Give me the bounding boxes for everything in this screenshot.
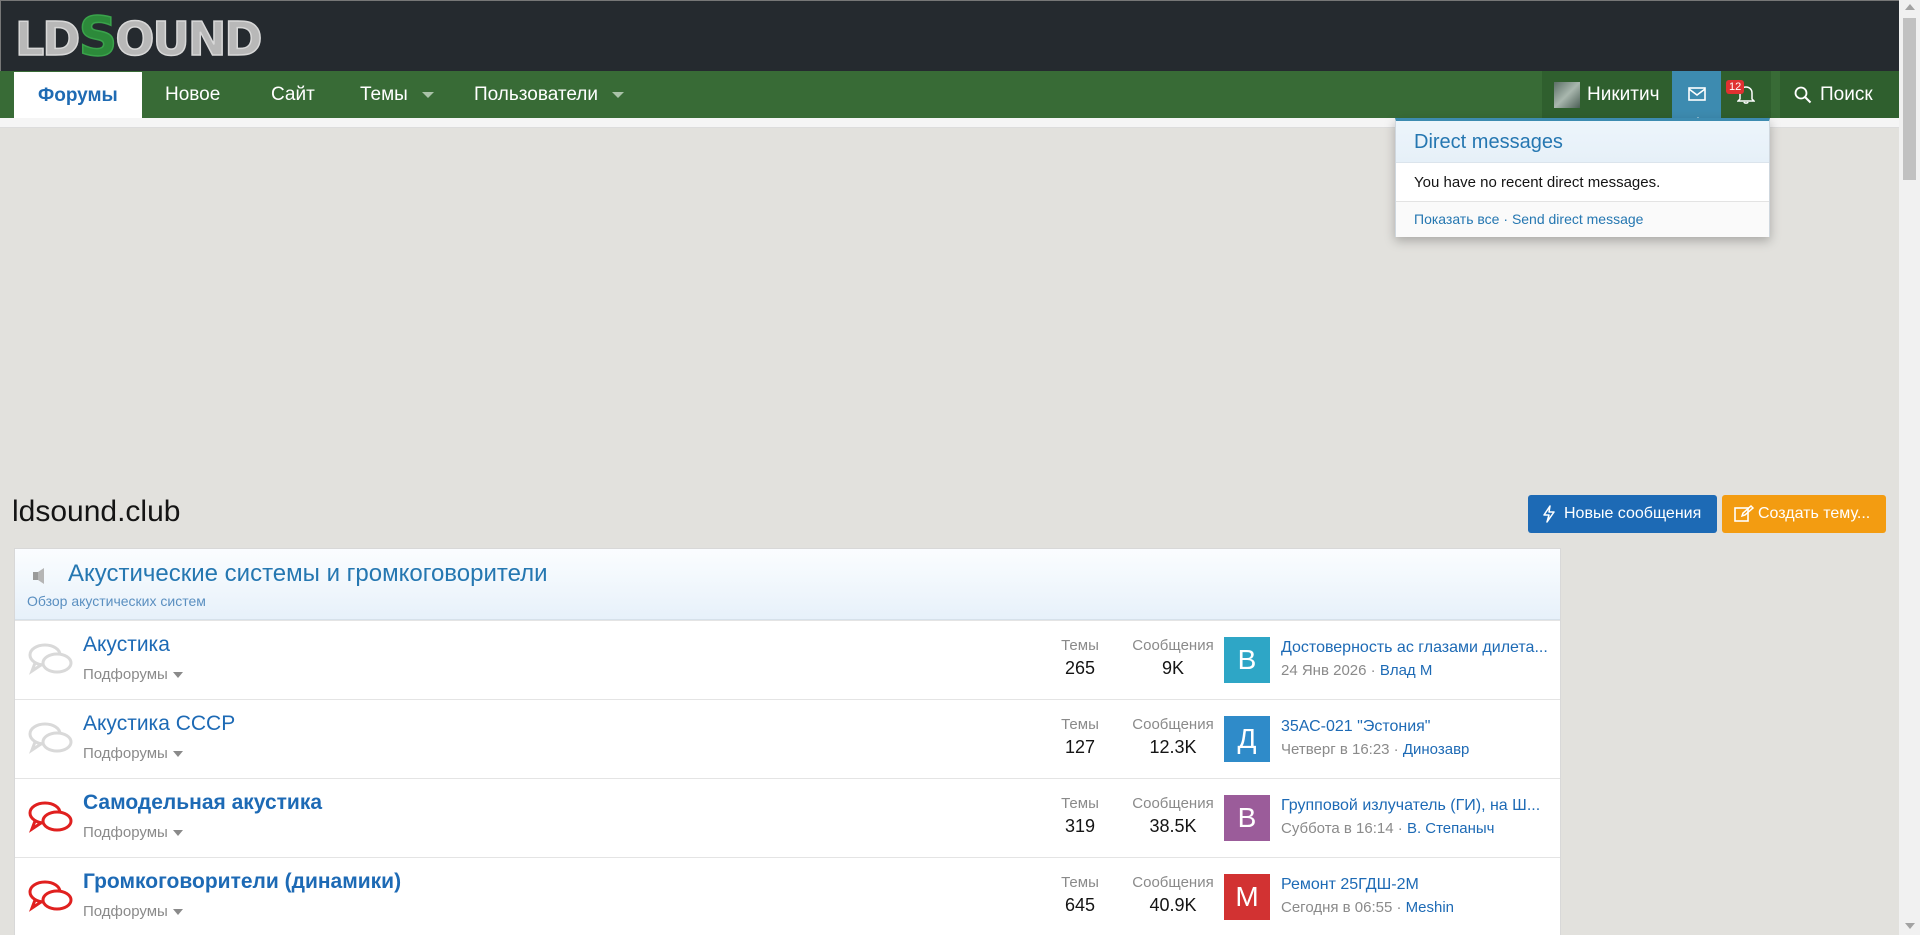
posts-stat: Сообщения 40.9K <box>1132 874 1214 915</box>
search-icon <box>1794 86 1812 104</box>
chevron-down-icon[interactable] <box>421 91 434 98</box>
posts-stat: Сообщения 9K <box>1132 637 1214 678</box>
forum-row: Акустика Подфорумы Темы 265 Сообщения 9K В… <box>15 620 1560 699</box>
category-title[interactable]: Акустические системы и громкоговорители <box>68 560 548 588</box>
forum-row: Акустика СССР Подфорумы Темы 127 Сообщени… <box>15 699 1560 778</box>
user-account-button[interactable]: Никитич <box>1542 71 1672 118</box>
bolt-icon <box>1543 505 1555 523</box>
topics-stat: Темы 127 <box>1061 716 1099 757</box>
speaker-icon <box>33 568 44 584</box>
subforums-toggle[interactable]: Подфорумы <box>83 666 183 683</box>
last-post-meta: 24 Янв 2026 · Влад М <box>1281 662 1433 679</box>
topics-stat: Темы 645 <box>1061 874 1099 915</box>
direct-messages-popup: Direct messages You have no recent direc… <box>1395 118 1770 237</box>
chevron-down-icon <box>172 751 183 758</box>
envelope-icon <box>1688 87 1706 101</box>
site-logo[interactable]: LDSOUND <box>14 5 263 68</box>
avatar[interactable]: Д <box>1224 716 1270 762</box>
nav-tab-site[interactable]: Сайт <box>271 71 315 118</box>
chat-bubbles-read-icon <box>28 643 73 675</box>
posts-stat: Сообщения 12.3K <box>1132 716 1214 757</box>
last-post-author-link[interactable]: Meshin <box>1406 899 1454 916</box>
scrollbar-thumb[interactable] <box>1903 18 1916 180</box>
chevron-down-icon[interactable] <box>612 91 625 98</box>
new-posts-label: Новые сообщения <box>1564 505 1702 522</box>
last-post-title-link[interactable]: Достоверность ас глазами дилета... <box>1281 639 1559 657</box>
forum-row: Самодельная акустика Подфорумы Темы 319 С… <box>15 778 1560 857</box>
site-header: LDSOUND <box>0 0 1899 71</box>
topics-stat: Темы 319 <box>1061 795 1099 836</box>
page-scrollbar[interactable] <box>1899 0 1920 935</box>
avatar[interactable]: М <box>1224 874 1270 920</box>
show-all-link[interactable]: Показать все <box>1414 211 1499 227</box>
last-post-title-link[interactable]: 35АС-021 "Эстония" <box>1281 718 1559 736</box>
send-direct-message-link[interactable]: Send direct message <box>1512 211 1644 227</box>
chat-bubbles-unread-icon <box>28 880 73 912</box>
last-post-author-link[interactable]: Влад М <box>1380 662 1433 679</box>
page-title: ldsound.club <box>12 495 181 528</box>
scroll-up-arrow-icon[interactable] <box>1905 4 1915 10</box>
create-thread-button[interactable]: Создать тему... <box>1722 495 1886 533</box>
last-post-author-link[interactable]: В. Степаныч <box>1407 820 1495 837</box>
search-button[interactable]: Поиск <box>1780 71 1899 118</box>
logo-text: LDSOUND <box>14 5 263 68</box>
last-post-title-link[interactable]: Ремонт 25ГДШ-2М <box>1281 876 1559 894</box>
category-header: Акустические системы и громкоговорители … <box>15 549 1560 620</box>
scroll-down-arrow-icon[interactable] <box>1905 923 1915 929</box>
chat-bubbles-unread-icon <box>28 801 73 833</box>
nav-tab-topics[interactable]: Темы <box>360 71 434 118</box>
edit-icon <box>1734 505 1754 522</box>
category-description: Обзор акустических систем <box>27 593 206 609</box>
last-post-meta: Четверг в 16:23 · Динозавр <box>1281 741 1470 758</box>
nav-tab-users[interactable]: Пользователи <box>474 71 625 118</box>
chevron-down-icon <box>172 672 183 679</box>
create-thread-label: Создать тему... <box>1758 505 1871 522</box>
user-name: Никитич <box>1587 84 1660 105</box>
forum-title-link[interactable]: Самодельная акустика <box>83 791 322 815</box>
chat-bubbles-read-icon <box>28 722 73 754</box>
chevron-down-icon <box>172 830 183 837</box>
avatar <box>1554 82 1580 108</box>
chevron-down-icon <box>172 909 183 916</box>
dm-popup-footer: Показать все · Send direct message <box>1396 202 1769 237</box>
notifications-button[interactable] <box>1721 71 1771 118</box>
subforums-toggle[interactable]: Подфорумы <box>83 824 183 841</box>
nav-tab-new[interactable]: Новое <box>165 71 220 118</box>
last-post-meta: Сегодня в 06:55 · Meshin <box>1281 899 1455 916</box>
avatar[interactable]: В <box>1224 637 1270 683</box>
new-posts-button[interactable]: Новые сообщения <box>1528 495 1717 533</box>
topics-stat: Темы 265 <box>1061 637 1099 678</box>
avatar[interactable]: В <box>1224 795 1270 841</box>
search-label: Поиск <box>1820 84 1873 105</box>
last-post-title-link[interactable]: Групповой излучатель (ГИ), на Ш... <box>1281 797 1559 815</box>
forum-title-link[interactable]: Акустика СССР <box>83 712 235 736</box>
separator: · <box>1503 211 1509 227</box>
subforums-toggle[interactable]: Подфорумы <box>83 745 183 762</box>
notification-count-badge: 12 <box>1726 80 1745 94</box>
forum-title-link[interactable]: Громкоговорители (динамики) <box>83 870 401 894</box>
nav-tab-forums[interactable]: Форумы <box>14 72 142 118</box>
dm-empty-message: You have no recent direct messages. <box>1396 163 1769 202</box>
forum-category-block: Акустические системы и громкоговорители … <box>14 548 1561 935</box>
subforums-toggle[interactable]: Подфорумы <box>83 903 183 920</box>
direct-messages-button[interactable] <box>1672 71 1721 125</box>
posts-stat: Сообщения 38.5K <box>1132 795 1214 836</box>
forum-row: Громкоговорители (динамики) Подфорумы Те… <box>15 857 1560 935</box>
dm-popup-title: Direct messages <box>1396 121 1769 163</box>
forum-title-link[interactable]: Акустика <box>83 633 170 657</box>
last-post-meta: Суббота в 16:14 · В. Степаныч <box>1281 820 1495 837</box>
last-post-author-link[interactable]: Динозавр <box>1403 741 1470 758</box>
